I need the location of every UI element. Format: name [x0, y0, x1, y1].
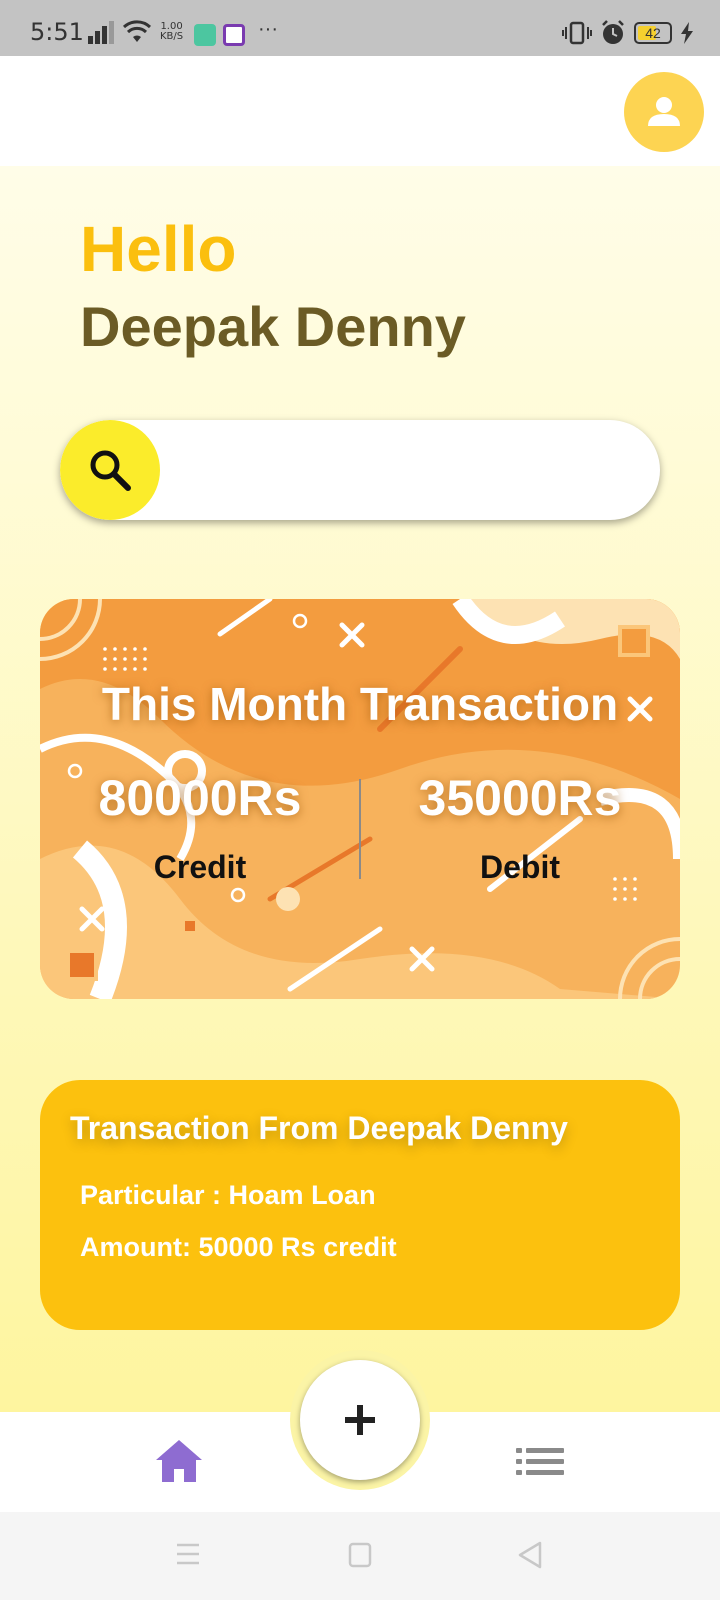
battery-icon: 42: [634, 22, 672, 44]
back-icon[interactable]: [516, 1540, 544, 1570]
more-notifications-icon: ···: [258, 18, 278, 40]
main-content: Hello Deepak Denny This Month Transactio…: [0, 166, 720, 1412]
app-header: [0, 56, 720, 166]
battery-level: 42: [645, 25, 661, 41]
add-transaction-button[interactable]: [300, 1360, 420, 1480]
transaction-amount: Amount: 50000 Rs credit: [80, 1232, 397, 1262]
search-button[interactable]: [60, 420, 160, 520]
wifi-icon: [122, 20, 152, 42]
status-bar: 5:51 1.00 KB/S ··· 42: [0, 0, 720, 56]
nav-list-button[interactable]: [516, 1446, 564, 1483]
plus-icon: [345, 1405, 375, 1435]
transaction-card[interactable]: Transaction From Deepak Denny Particular…: [40, 1080, 680, 1330]
search-icon: [90, 450, 131, 491]
charging-icon: [681, 22, 693, 44]
home-square-icon[interactable]: [348, 1542, 372, 1568]
list-icon: [516, 1448, 564, 1475]
vibrate-icon: [562, 21, 592, 45]
credit-amount: 80000Rs: [98, 770, 302, 826]
system-navigation-bar: [0, 1512, 720, 1600]
credit-label: Credit: [153, 849, 247, 885]
greeting-hello: Hello: [80, 213, 237, 285]
summary-title: This Month Transaction: [101, 678, 619, 730]
app-notification-icon: [194, 24, 216, 46]
profile-button[interactable]: [624, 72, 704, 152]
network-speed: 1.00 KB/S: [160, 22, 183, 42]
transaction-title: Transaction From Deepak Denny: [70, 1110, 568, 1146]
system-icons: 42: [562, 20, 694, 46]
app-notification-icon: [223, 24, 245, 46]
debit-label: Debit: [480, 849, 560, 885]
debit-amount: 35000Rs: [418, 770, 622, 826]
search-input[interactable]: [170, 420, 644, 520]
status-time: 5:51: [30, 18, 84, 46]
user-avatar-icon: [648, 97, 680, 126]
search-bar: [60, 420, 660, 520]
alarm-icon: [602, 20, 624, 44]
menu-icon[interactable]: [175, 1542, 201, 1566]
nav-home-button[interactable]: [154, 1438, 204, 1489]
transaction-particular: Particular : Hoam Loan: [80, 1180, 376, 1210]
monthly-summary-card: This Month Transaction 80000Rs 35000Rs C…: [40, 599, 680, 999]
greeting-user-name: Deepak Denny: [80, 295, 466, 358]
speed-unit: KB/S: [160, 31, 184, 42]
home-icon: [156, 1440, 202, 1482]
signal-icon: [88, 21, 114, 44]
